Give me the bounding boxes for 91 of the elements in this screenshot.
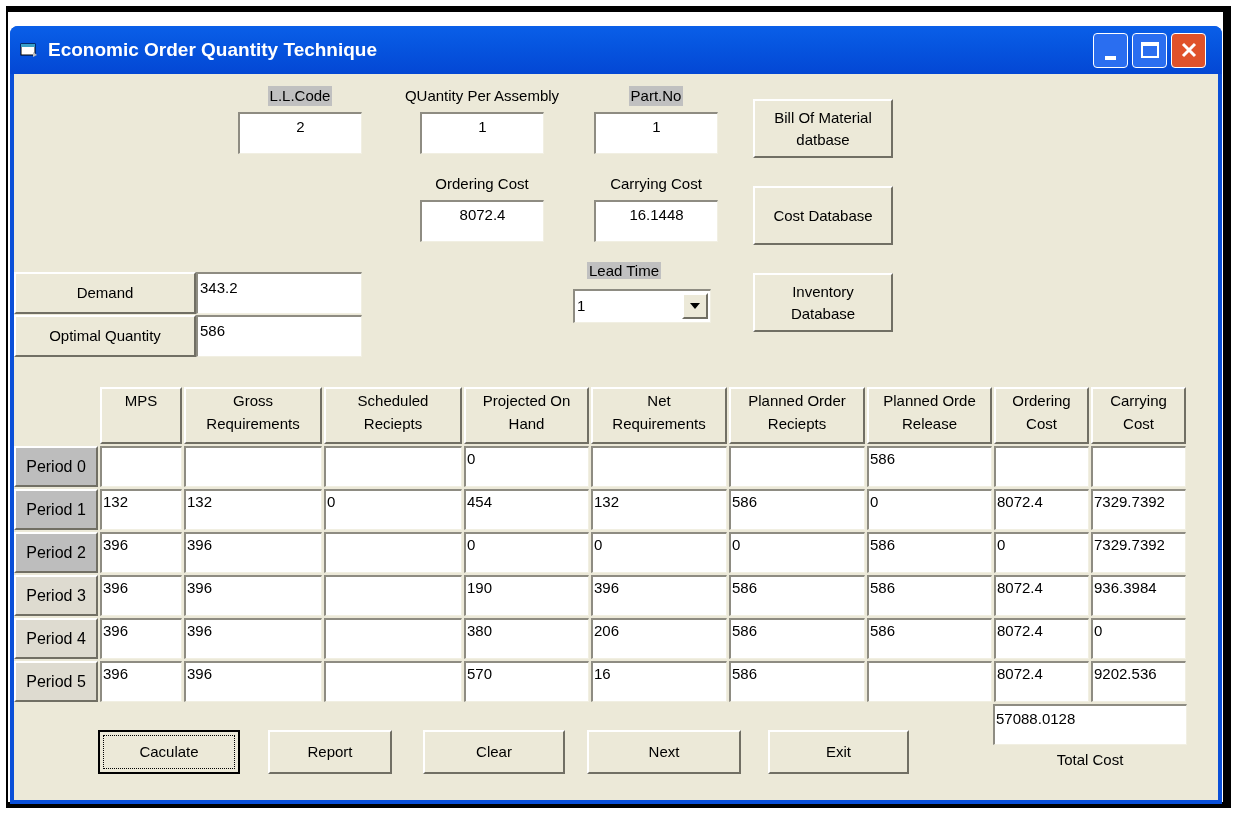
table-cell: 132 bbox=[100, 489, 182, 530]
action-button[interactable]: Exit bbox=[768, 730, 909, 774]
table-cell: 132 bbox=[591, 489, 727, 530]
minimize-button[interactable] bbox=[1093, 32, 1128, 68]
action-button[interactable]: Report bbox=[268, 730, 392, 774]
row-header[interactable]: Period 2 bbox=[14, 532, 98, 573]
field-label: L.L.Code bbox=[267, 86, 333, 106]
total-cost-field[interactable]: 57088.0128 bbox=[993, 704, 1187, 745]
table-cell: 0 bbox=[464, 532, 589, 573]
table-cell: 396 bbox=[184, 618, 322, 659]
dropdown-button[interactable] bbox=[682, 293, 708, 319]
table-cell: 0 bbox=[1091, 618, 1186, 659]
row-header[interactable]: Period 0 bbox=[14, 446, 98, 487]
table-cell: 454 bbox=[464, 489, 589, 530]
action-button[interactable]: Next bbox=[587, 730, 741, 774]
database-button[interactable]: Inventory Database bbox=[753, 273, 893, 332]
database-button[interactable]: Cost Database bbox=[753, 186, 893, 245]
field-label: Carrying Cost bbox=[609, 174, 703, 194]
close-icon bbox=[1179, 41, 1198, 59]
table-cell: 586 bbox=[867, 618, 992, 659]
table-cell: 0 bbox=[729, 532, 865, 573]
field-label: Ordering Cost bbox=[434, 174, 530, 194]
field-button[interactable]: Demand bbox=[14, 272, 196, 314]
field-label: Part.No bbox=[628, 86, 684, 106]
column-header: Projected On Hand bbox=[464, 387, 589, 444]
maximize-button[interactable] bbox=[1132, 32, 1167, 68]
table-cell: 396 bbox=[100, 575, 182, 616]
table-cell: 0 bbox=[994, 532, 1089, 573]
table-cell: 7329.7392 bbox=[1091, 532, 1186, 573]
input-field[interactable]: 1 bbox=[594, 112, 718, 154]
row-header[interactable]: Period 3 bbox=[14, 575, 98, 616]
column-header: Net Requirements bbox=[591, 387, 727, 444]
window-icon bbox=[20, 42, 38, 58]
table-cell: 132 bbox=[184, 489, 322, 530]
total-cost-label: Total Cost bbox=[1056, 750, 1124, 770]
action-button[interactable]: Caculate bbox=[98, 730, 240, 774]
table-cell: 7329.7392 bbox=[1091, 489, 1186, 530]
table-cell: 586 bbox=[729, 618, 865, 659]
table-cell: 9202.536 bbox=[1091, 661, 1186, 702]
action-button[interactable]: Clear bbox=[423, 730, 565, 774]
database-button[interactable]: Bill Of Material datbase bbox=[753, 99, 893, 158]
input-field[interactable]: 343.2 bbox=[196, 272, 362, 314]
table-cell: 8072.4 bbox=[994, 575, 1089, 616]
column-header: MPS bbox=[100, 387, 182, 444]
table-cell: 380 bbox=[464, 618, 589, 659]
table-cell: 396 bbox=[100, 661, 182, 702]
table-cell: 8072.4 bbox=[994, 489, 1089, 530]
caret-icon bbox=[690, 303, 700, 309]
table-cell: 586 bbox=[867, 575, 992, 616]
table-cell: 396 bbox=[184, 532, 322, 573]
table-cell: 936.3984 bbox=[1091, 575, 1186, 616]
field-label: Lead Time bbox=[587, 262, 662, 279]
table-cell: 0 bbox=[591, 532, 727, 573]
table-cell: 190 bbox=[464, 575, 589, 616]
field-label: QUantity Per Assembly bbox=[403, 86, 561, 106]
column-header: Carrying Cost bbox=[1091, 387, 1186, 444]
table-cell: 586 bbox=[729, 661, 865, 702]
input-field[interactable]: 1 bbox=[420, 112, 544, 154]
table-cell: 396 bbox=[100, 532, 182, 573]
column-header: Ordering Cost bbox=[994, 387, 1089, 444]
input-field[interactable]: 16.1448 bbox=[594, 200, 718, 242]
field-button[interactable]: Optimal Quantity bbox=[14, 315, 196, 357]
table-cell: 16 bbox=[591, 661, 727, 702]
column-header: Scheduled Reciepts bbox=[324, 387, 462, 444]
input-field[interactable]: 8072.4 bbox=[420, 200, 544, 242]
table-cell: 570 bbox=[464, 661, 589, 702]
table-cell: 0 bbox=[464, 446, 589, 487]
table-cell: 396 bbox=[184, 661, 322, 702]
table-cell: 8072.4 bbox=[994, 661, 1089, 702]
window-title: Economic Order Quantity Technique bbox=[48, 37, 378, 62]
row-header[interactable]: Period 1 bbox=[14, 489, 98, 530]
table-cell: 396 bbox=[184, 575, 322, 616]
table-cell: 586 bbox=[867, 446, 992, 487]
lead-time-dropdown[interactable]: 1 bbox=[573, 288, 711, 323]
close-button[interactable] bbox=[1171, 32, 1206, 68]
row-header[interactable]: Period 4 bbox=[14, 618, 98, 659]
table-cell: 586 bbox=[729, 489, 865, 530]
input-field[interactable]: 2 bbox=[238, 112, 362, 154]
row-header[interactable]: Period 5 bbox=[14, 661, 98, 702]
table-cell: 586 bbox=[867, 532, 992, 573]
column-header: Planned Orde Release bbox=[867, 387, 992, 444]
table-cell: 0 bbox=[867, 489, 992, 530]
column-header: Planned Order Reciepts bbox=[729, 387, 865, 444]
table-cell: 8072.4 bbox=[994, 618, 1089, 659]
column-header: Gross Requirements bbox=[184, 387, 322, 444]
table-cell: 586 bbox=[729, 575, 865, 616]
table-cell: 396 bbox=[100, 618, 182, 659]
table-cell: 396 bbox=[591, 575, 727, 616]
input-field[interactable]: 586 bbox=[196, 315, 362, 357]
table-cell: 206 bbox=[591, 618, 727, 659]
table-cell: 0 bbox=[324, 489, 462, 530]
